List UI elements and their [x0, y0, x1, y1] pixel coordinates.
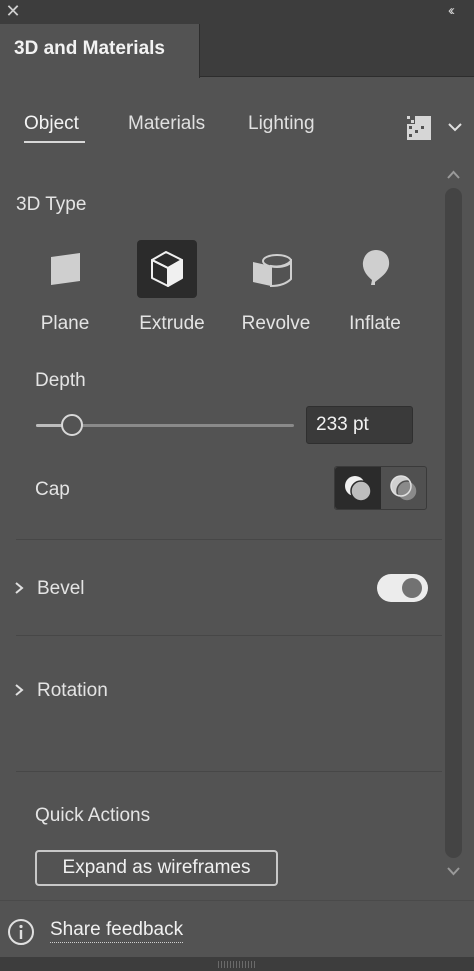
- scrollbar-thumb[interactable]: [445, 188, 462, 858]
- scroll-up-icon[interactable]: [445, 166, 462, 184]
- bevel-toggle-knob: [402, 578, 422, 598]
- tab-materials[interactable]: Materials: [128, 113, 205, 135]
- info-icon: [7, 918, 35, 946]
- tab-object[interactable]: Object: [24, 113, 79, 135]
- divider: [16, 635, 442, 636]
- extrude-type-button[interactable]: [137, 240, 197, 298]
- expand-as-wireframes-button[interactable]: Expand as wireframes: [35, 850, 278, 886]
- plane-type-button[interactable]: [36, 240, 96, 298]
- divider: [16, 771, 442, 772]
- panel-titlebar: ✕ ‹‹: [0, 0, 474, 24]
- render-settings-icon[interactable]: [405, 114, 433, 142]
- inflate-balloon-icon: [362, 250, 390, 285]
- inflate-label: Inflate: [349, 313, 401, 334]
- plane-label: Plane: [40, 313, 90, 334]
- tab-lighting[interactable]: Lighting: [248, 113, 315, 135]
- footer-divider: [0, 900, 474, 901]
- resize-grip-icon[interactable]: [218, 961, 256, 968]
- plane-icon: [51, 253, 80, 285]
- quick-actions-heading: Quick Actions: [35, 805, 151, 826]
- panel-tabstrip: 3D and Materials: [0, 24, 474, 78]
- chevron-down-icon[interactable]: [446, 120, 464, 134]
- scroll-down-icon[interactable]: [445, 862, 462, 880]
- bevel-chevron-right-icon[interactable]: [12, 581, 26, 595]
- panel-tab-3d-materials[interactable]: 3D and Materials: [0, 24, 200, 78]
- cap-on-icon: [345, 476, 372, 502]
- extrude-label: Extrude: [139, 313, 205, 334]
- revolve-icon: [253, 254, 292, 288]
- 3d-type-heading: 3D Type: [16, 194, 87, 215]
- bevel-toggle[interactable]: [377, 574, 428, 602]
- share-feedback-link[interactable]: Share feedback: [50, 919, 184, 943]
- cap-on-button[interactable]: [335, 467, 381, 509]
- cap-off-icon: [390, 475, 418, 502]
- depth-slider-thumb[interactable]: [61, 414, 84, 436]
- depth-input[interactable]: 233 pt: [306, 406, 413, 444]
- panel-title: 3D and Materials: [14, 38, 165, 59]
- rotation-label[interactable]: Rotation: [37, 680, 108, 702]
- collapse-panel-icon[interactable]: ‹‹: [448, 3, 466, 21]
- cap-off-button[interactable]: [381, 467, 427, 509]
- depth-label: Depth: [35, 370, 86, 391]
- rotation-chevron-right-icon[interactable]: [12, 683, 26, 697]
- cap-label: Cap: [35, 479, 70, 500]
- active-tab-underline: [24, 141, 85, 143]
- extrude-cube-icon: [151, 251, 183, 287]
- inflate-type-button[interactable]: [346, 240, 406, 298]
- revolve-type-button[interactable]: [240, 240, 300, 298]
- cap-toggle-group: [334, 466, 427, 510]
- bevel-label[interactable]: Bevel: [37, 578, 85, 600]
- revolve-label: Revolve: [241, 313, 311, 334]
- divider: [16, 539, 442, 540]
- close-icon[interactable]: ✕: [4, 2, 22, 20]
